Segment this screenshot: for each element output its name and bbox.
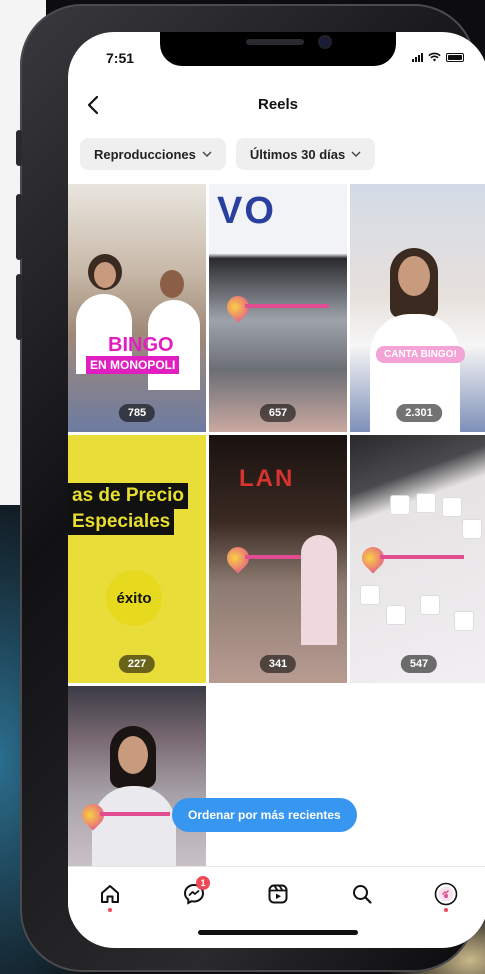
reels-grid: BINGO EN MONOPOLI 785 VO 657 CANTA BINGO…: [68, 184, 485, 866]
mute-switch: [16, 130, 22, 166]
front-camera: [320, 37, 330, 47]
reel-thumbnail[interactable]: LAN 341: [209, 435, 347, 683]
person-figure: [160, 270, 184, 298]
store-sign: VO: [217, 190, 276, 232]
person-figure: [92, 786, 176, 866]
view-count: 2.301: [396, 404, 442, 422]
reel-thumbnail[interactable]: [68, 686, 206, 866]
product-item: [462, 519, 482, 539]
product-item: [390, 495, 410, 515]
overlay-bar: [245, 304, 329, 308]
metric-filter-dropdown[interactable]: Reproducciones: [80, 138, 226, 170]
product-item: [420, 595, 440, 615]
reels-icon: [268, 884, 288, 904]
reel-thumbnail[interactable]: as de Precio Especiales éxito 227: [68, 435, 206, 683]
wifi-icon: [428, 52, 441, 62]
product-item: [442, 497, 462, 517]
person-figure: [398, 256, 430, 296]
product-item: [416, 493, 436, 513]
person-figure: [94, 262, 116, 288]
header: Reels: [68, 86, 485, 126]
activity-dot: [444, 908, 448, 912]
speaker: [246, 39, 304, 45]
nav-profile[interactable]: [426, 874, 466, 914]
home-indicator[interactable]: [198, 930, 358, 935]
signal-icon: [412, 52, 423, 62]
volume-down-button: [16, 274, 22, 340]
filter-bar: Reproducciones Últimos 30 días: [80, 138, 376, 170]
nav-search[interactable]: [342, 874, 382, 914]
store-sign: LAN: [239, 465, 295, 492]
view-count: 341: [259, 655, 297, 673]
promo-headline: as de Precio: [68, 483, 188, 509]
view-count: 227: [118, 655, 156, 673]
date-range-filter-dropdown[interactable]: Últimos 30 días: [235, 138, 376, 170]
search-icon: [353, 885, 372, 904]
sort-recent-button[interactable]: Ordenar por más recientes: [172, 798, 357, 832]
product-item: [386, 605, 406, 625]
chevron-down-icon: [351, 151, 361, 157]
metric-filter-label: Reproducciones: [94, 146, 196, 162]
page-title: Reels: [257, 96, 299, 113]
view-count: 785: [118, 404, 156, 422]
app-screen: 7:51 Reels Reproducciones Últimos 30 día…: [68, 32, 485, 948]
battery-icon: [446, 52, 464, 62]
nav-messenger[interactable]: 1: [174, 874, 214, 914]
phone-frame: 7:51 Reels Reproducciones Últimos 30 día…: [16, 4, 485, 972]
reel-overlay-title: BINGO: [108, 334, 174, 356]
reel-overlay-subtitle: EN MONOPOLI: [86, 356, 180, 374]
product-item: [454, 611, 474, 631]
chevron-down-icon: [202, 151, 212, 157]
home-icon: [101, 885, 119, 903]
reel-overlay-title: CANTA BINGO!: [376, 346, 465, 363]
view-count: 657: [259, 404, 297, 422]
status-icons: [412, 52, 464, 62]
view-count: 547: [400, 655, 438, 673]
product-item: [360, 585, 380, 605]
messenger-badge: 1: [196, 876, 210, 890]
volume-up-button: [16, 194, 22, 260]
bottom-nav: 1: [68, 866, 485, 921]
date-range-filter-label: Últimos 30 días: [249, 146, 346, 162]
nav-home[interactable]: [90, 874, 130, 914]
activity-dot: [108, 908, 112, 912]
status-time: 7:51: [106, 50, 135, 66]
person-figure: [118, 736, 148, 774]
reel-thumbnail[interactable]: CANTA BINGO! 2.301: [350, 184, 485, 432]
profile-icon: [434, 882, 458, 906]
nav-reels[interactable]: [258, 874, 298, 914]
overlay-bar: [100, 812, 170, 816]
person-figure: [301, 535, 337, 645]
reel-thumbnail[interactable]: VO 657: [209, 184, 347, 432]
notch: [160, 32, 396, 66]
reel-thumbnail[interactable]: 547: [350, 435, 485, 683]
promo-headline: Especiales: [68, 509, 175, 535]
reel-thumbnail[interactable]: BINGO EN MONOPOLI 785: [68, 184, 206, 432]
exito-logo: éxito: [106, 570, 162, 626]
overlay-bar: [380, 555, 464, 559]
